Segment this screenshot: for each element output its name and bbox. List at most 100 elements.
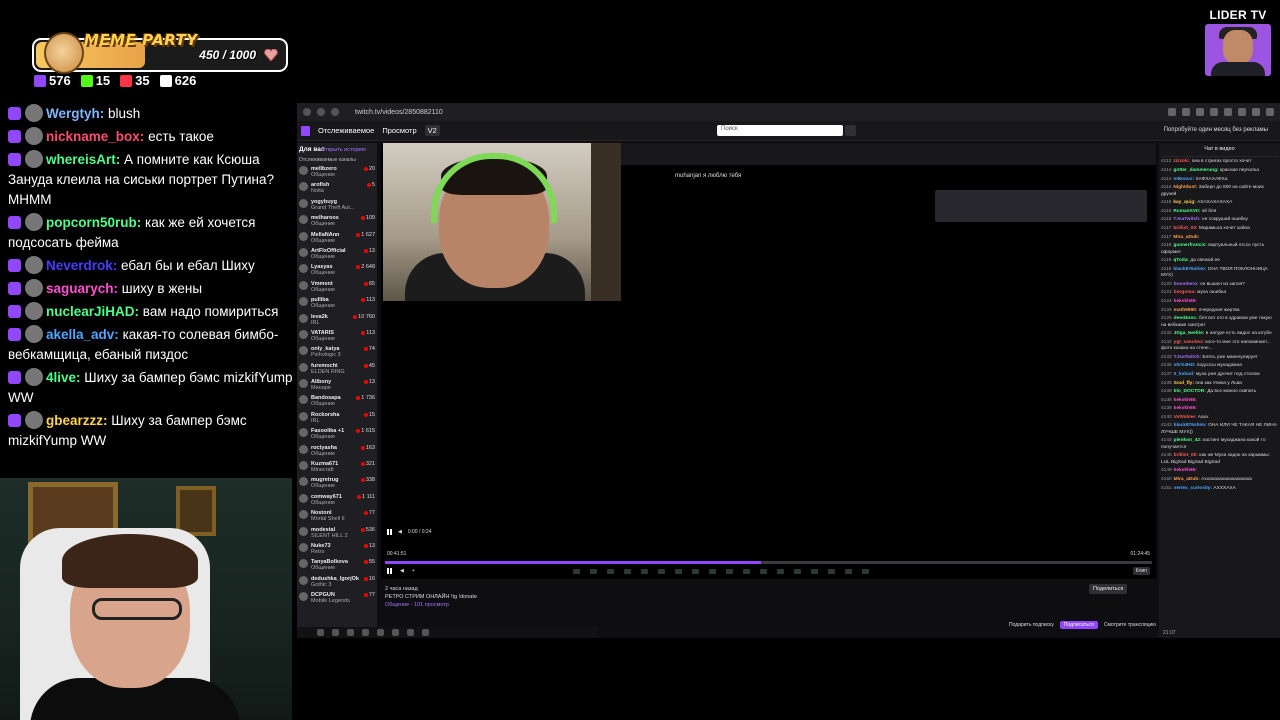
sidebar-channel[interactable]: TanyaBolkova Общение 55 xyxy=(299,559,375,575)
sidebar-channel[interactable]: Alibony Минаре 13 xyxy=(299,379,375,395)
app-icon[interactable] xyxy=(362,629,369,636)
sidebar-channel[interactable]: yogybuyg Grand Theft Aut... xyxy=(299,198,375,215)
chat-username[interactable]: TJsaTwitch: xyxy=(1173,217,1200,222)
chat-username[interactable]: kekskh65: xyxy=(1174,406,1197,411)
sidebar-channel[interactable]: pulliba Общение 113 xyxy=(299,297,375,313)
video-category[interactable]: Общение xyxy=(385,602,409,608)
back-icon[interactable] xyxy=(303,108,311,116)
extension-icon[interactable] xyxy=(1182,108,1190,116)
sidebar-channel[interactable]: Lyasyas Общение 2 648 xyxy=(299,264,375,280)
chat-username[interactable]: kto_DOCTOR: xyxy=(1174,389,1206,394)
chat-username[interactable]: boomhero: xyxy=(1174,282,1199,287)
chat-username[interactable]: brilliot_00: xyxy=(1174,453,1198,458)
app-icon[interactable] xyxy=(407,629,414,636)
sidebar-channel[interactable]: aroflsh Noita 5 xyxy=(299,182,375,198)
chat-username[interactable]: vertex_curiosity: xyxy=(1174,486,1212,491)
chat-username[interactable]: Soul_fly: xyxy=(1174,381,1194,386)
sidebar-channel[interactable]: DCPGUN Mobile Legends 77 xyxy=(299,592,375,608)
url-text[interactable]: twitch.tv/videos/2850882110 xyxy=(355,109,443,116)
sidebar-channel[interactable]: MellaNAnn Общение 1 627 xyxy=(299,231,375,248)
extension-icon[interactable] xyxy=(1210,108,1218,116)
extension-icon[interactable] xyxy=(1224,108,1232,116)
chat-username[interactable]: Mira_aDub: xyxy=(1174,477,1200,482)
chat-username[interactable]: black876shim: xyxy=(1174,423,1207,428)
chat-username[interactable]: VolVolme: xyxy=(1174,415,1197,420)
chat-username[interactable]: kekskh65: xyxy=(1174,299,1197,304)
chat-username[interactable]: kay_quig: xyxy=(1173,200,1195,205)
sidebar-channel[interactable]: modestal SILENT HILL 2 536 xyxy=(299,526,375,543)
chat-username[interactable]: gunnerfrancis: xyxy=(1173,243,1207,248)
sidebar-channel[interactable]: ArtFIxOfficial Общение 13 xyxy=(299,247,375,264)
volume-slider-icon[interactable]: + xyxy=(412,568,415,574)
follow-button[interactable]: Подписаться xyxy=(1059,621,1098,629)
open-history-link[interactable]: Открыть историю xyxy=(321,147,375,153)
sidebar-channel[interactable]: leva2k IRL 10 760 xyxy=(299,313,375,330)
extension-icon[interactable] xyxy=(1196,108,1204,116)
chat-username[interactable]: TJsaTwitch: xyxy=(1174,355,1201,360)
sidebar-channel[interactable]: only_katya Psihologic 3 74 xyxy=(299,346,375,362)
sidebar-channel[interactable]: Bandosapa Общение 1 736 xyxy=(299,395,375,411)
app-icon[interactable] xyxy=(347,629,354,636)
sidebar-channel[interactable]: dedushka_lgorjOk Gothic 3 16 xyxy=(299,575,375,592)
chat-username[interactable]: Nightdust: xyxy=(1173,185,1197,190)
chat-username[interactable]: 0_ksbad: xyxy=(1174,372,1195,377)
nav-browse[interactable]: Просмотр xyxy=(382,126,416,135)
sidebar-channel[interactable]: comway671 Общение 1 111 xyxy=(299,493,375,510)
volume-icon[interactable]: ◀ xyxy=(398,529,402,535)
sidebar-channel[interactable]: Nostonl Mortal Shell II 77 xyxy=(299,510,375,526)
twitch-logo-icon[interactable] xyxy=(301,125,310,136)
search-input[interactable]: Поиск xyxy=(717,125,843,136)
extension-icon[interactable] xyxy=(1238,108,1246,116)
app-icon[interactable] xyxy=(392,629,399,636)
chat-username[interactable]: borgoma: xyxy=(1174,290,1196,295)
chat-username[interactable]: plenkon_42: xyxy=(1174,438,1202,443)
sidebar-channel[interactable]: roctyasha Общение 163 xyxy=(299,444,375,461)
chat-username[interactable]: gotter_dammerung: xyxy=(1173,168,1218,173)
app-icon[interactable] xyxy=(377,629,384,636)
nav-following[interactable]: Отслеживаемое xyxy=(318,126,374,135)
chat-username[interactable]: math9990: xyxy=(1174,308,1198,313)
share-button[interactable]: Поделиться xyxy=(1089,584,1128,594)
volume-icon[interactable]: ◀ xyxy=(400,568,404,574)
chat-username[interactable]: deed4nnc: xyxy=(1174,316,1198,321)
sidebar-channel[interactable]: Kuzma671 Minecraft 321 xyxy=(299,461,375,477)
app-icon[interactable] xyxy=(422,629,429,636)
sidebar-channel[interactable]: furemochi ELDEN RING 45 xyxy=(299,362,375,379)
pause-icon[interactable] xyxy=(387,529,392,535)
clip-button[interactable]: Клип xyxy=(1132,567,1150,575)
sidebar-channel[interactable]: mugretrug Общение 338 xyxy=(299,477,375,493)
reload-icon[interactable] xyxy=(331,108,339,116)
chat-username[interactable]: zizzolc: xyxy=(1173,159,1190,164)
extension-icon[interactable] xyxy=(1168,108,1176,116)
start-icon[interactable] xyxy=(317,629,324,636)
sidebar-channel[interactable]: melharoos Общение 109 xyxy=(299,215,375,231)
chat-username[interactable]: Mira_aDub: xyxy=(1173,235,1199,240)
chat-username[interactable]: RomanXVII: xyxy=(1173,209,1200,214)
sidebar-channel[interactable]: Vmment Общение 65 xyxy=(299,280,375,297)
chat-username[interactable]: mBonus: xyxy=(1173,177,1194,182)
promo-text[interactable]: Попробуйте один месяц без рекламы xyxy=(1164,127,1268,133)
watch-stream-button[interactable]: Смотрите трансляцию xyxy=(1104,622,1156,628)
nav-badge[interactable]: V2 xyxy=(424,125,440,136)
pause-icon[interactable] xyxy=(387,568,392,574)
chat-username[interactable]: ygt_sanchez: xyxy=(1174,340,1204,345)
seek-bar[interactable]: 00:41:51 01:24:45 xyxy=(381,551,1156,564)
chat-username[interactable]: JDga_Iwelite: xyxy=(1174,331,1205,336)
forward-icon[interactable] xyxy=(317,108,325,116)
chat-username[interactable]: kekskh65: xyxy=(1174,398,1197,403)
chat-username[interactable]: kekskh65: xyxy=(1174,468,1197,473)
sidebar-channel[interactable]: VATARIS Общение 113 xyxy=(299,329,375,346)
chat-username[interactable]: qToda: xyxy=(1173,258,1189,263)
chat-username[interactable]: shrX4HD: xyxy=(1174,363,1196,368)
extension-icon[interactable] xyxy=(1266,108,1274,116)
video-player[interactable]: muhanjan я люблю тебя ◀ 0:00 / 0:24 xyxy=(381,143,1156,579)
sidebar-channel[interactable]: Nuke73 Retro 13 xyxy=(299,542,375,559)
search-icon[interactable] xyxy=(845,125,856,136)
extension-icon[interactable] xyxy=(1252,108,1260,116)
sidebar-channel[interactable]: Fasoolika +1 Общение 1 615 xyxy=(299,428,375,444)
chat-username[interactable]: black876shim: xyxy=(1173,267,1206,272)
search-icon[interactable] xyxy=(332,629,339,636)
sidebar-channel[interactable]: mellbzero Общение 20 xyxy=(299,166,375,182)
chat-username[interactable]: brilliot_00: xyxy=(1173,226,1197,231)
gift-sub-button[interactable]: Подарить подписку xyxy=(1009,622,1054,628)
